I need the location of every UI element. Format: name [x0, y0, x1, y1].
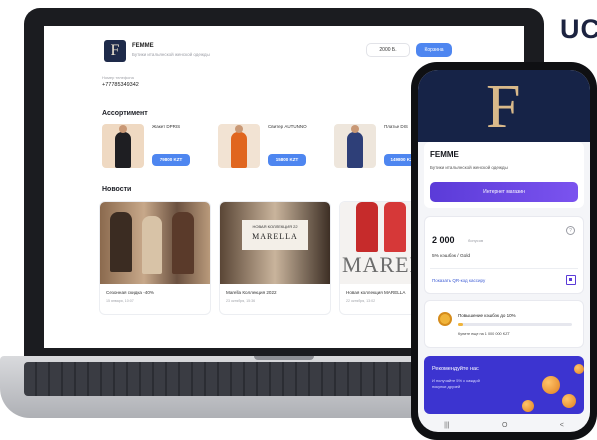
balance-value: 2 000: [432, 235, 455, 245]
assortment-heading: Ассортимент: [102, 110, 148, 117]
product-image[interactable]: [334, 124, 376, 168]
help-icon[interactable]: ?: [566, 226, 575, 235]
news-caption: Сезонная скидка -40%: [106, 290, 154, 295]
level-progress-fill: [458, 323, 463, 326]
medal-icon: [438, 312, 452, 326]
product-price-button[interactable]: 15800 KZT: [268, 154, 306, 166]
news-caption: Marella Коллекция 2022: [226, 290, 277, 295]
news-card[interactable]: НОВАЯ КОЛЛЕКЦИЯ 22 MARELLA Marella Колле…: [220, 202, 330, 314]
level-note: Купите еще на 1 000 000 KZT: [458, 332, 510, 336]
promo-text: И получайте 5% с каждой покупки друзей: [432, 378, 480, 389]
news-overlay-big: MARELLA: [252, 232, 298, 241]
phone-store-subtitle: Бутики итальянской женской одежды: [430, 165, 508, 170]
store-title: FEMME: [132, 43, 154, 49]
news-image: [100, 202, 210, 284]
news-heading: Новости: [102, 186, 132, 193]
product-image[interactable]: [218, 124, 260, 168]
laptop-notch: [254, 356, 314, 360]
android-nav-bar: ||| O <: [418, 418, 590, 432]
phone-screen: F FEMME Бутики итальянской женской одежд…: [418, 70, 590, 432]
coin-icon: [562, 394, 576, 408]
product-name[interactable]: Жакет DPRIS: [152, 124, 180, 129]
level-progress-bar: [458, 323, 572, 326]
hero-logo-letter: F: [486, 73, 521, 141]
store-logo[interactable]: F: [104, 40, 126, 62]
balance-unit: бонусов: [468, 238, 484, 243]
balance-button[interactable]: 2000 Б.: [366, 43, 410, 57]
cart-button[interactable]: Корзина: [416, 43, 452, 57]
cashback-status: 5% кэшбэк / Gold: [432, 254, 471, 259]
brand-mark: UC: [560, 14, 597, 44]
news-date: 22 октября, 13:02: [346, 299, 376, 303]
news-date: 15 января, 10:07: [106, 299, 134, 303]
product-image[interactable]: [102, 124, 144, 168]
level-title: Повышение кэшбэк до 10%: [458, 313, 516, 318]
phone-value: +77785349342: [102, 82, 139, 88]
product-price-button[interactable]: 79800 KZT: [152, 154, 190, 166]
balance-divider: [430, 268, 578, 269]
home-icon[interactable]: O: [502, 422, 507, 429]
news-image: НОВАЯ КОЛЛЕКЦИЯ 22 MARELLA: [220, 202, 330, 284]
product-name[interactable]: Платье DIS: [384, 124, 408, 129]
news-card[interactable]: Сезонная скидка -40% 15 января, 10:07: [100, 202, 210, 314]
qr-code-icon[interactable]: [566, 275, 576, 285]
back-icon[interactable]: <: [560, 422, 564, 429]
news-date: 23 октября, 15:36: [226, 299, 256, 303]
news-caption: Новая коллекция MARELLA: [346, 290, 406, 295]
product-name[interactable]: Свитер AUTUNNO: [268, 124, 307, 129]
phone-store-title: FEMME: [430, 150, 459, 159]
phone-label: Номер телефона: [102, 75, 134, 80]
coin-icon: [522, 400, 534, 412]
show-qr-link[interactable]: Показать QR-код кассиру: [432, 278, 485, 283]
news-overlay-small: НОВАЯ КОЛЛЕКЦИЯ 22: [252, 224, 298, 229]
store-subtitle: Бутики итальянской женской одежды: [132, 52, 210, 57]
online-shop-button[interactable]: Интернет магазин: [430, 182, 578, 202]
coin-icon: [574, 364, 584, 374]
coin-icon: [542, 376, 560, 394]
recent-apps-icon[interactable]: |||: [444, 422, 449, 429]
promo-title: Рекомендуйте нас: [432, 366, 479, 372]
